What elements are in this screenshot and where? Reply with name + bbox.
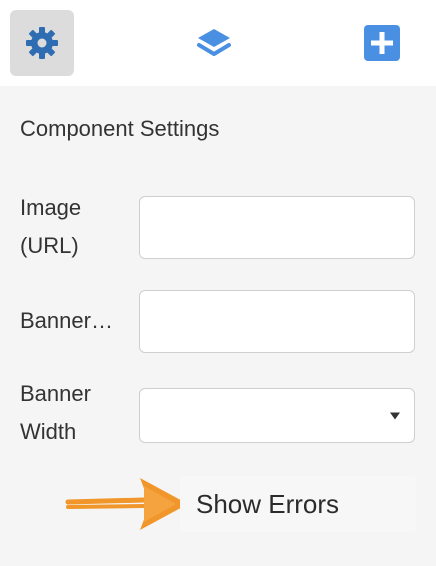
toolbar [0, 0, 436, 86]
layers-icon [197, 29, 231, 56]
image-url-label-line2: (URL) [20, 233, 79, 258]
image-url-label-line1: Image [20, 195, 82, 220]
image-url-input[interactable] [139, 196, 415, 259]
arrow-annotation-icon [65, 478, 188, 530]
add-component-tab[interactable] [350, 10, 414, 76]
gear-icon [26, 27, 58, 59]
banner-width-label-line2: Width [20, 419, 77, 444]
banner-width-select[interactable] [139, 388, 415, 443]
chevron-down-icon [390, 412, 400, 419]
plus-square-icon [364, 25, 400, 61]
layers-tab[interactable] [182, 10, 246, 76]
banner-input[interactable] [139, 290, 415, 353]
image-url-label: Image (URL) [20, 189, 132, 265]
panel-title: Component Settings [20, 116, 220, 141]
settings-tab[interactable] [10, 10, 74, 76]
banner-width-label-line1: Banner [20, 381, 91, 406]
banner-width-label: Banner Width [20, 375, 132, 451]
banner-label: Banner… [20, 308, 113, 333]
show-errors-button[interactable]: Show Errors [180, 476, 416, 532]
